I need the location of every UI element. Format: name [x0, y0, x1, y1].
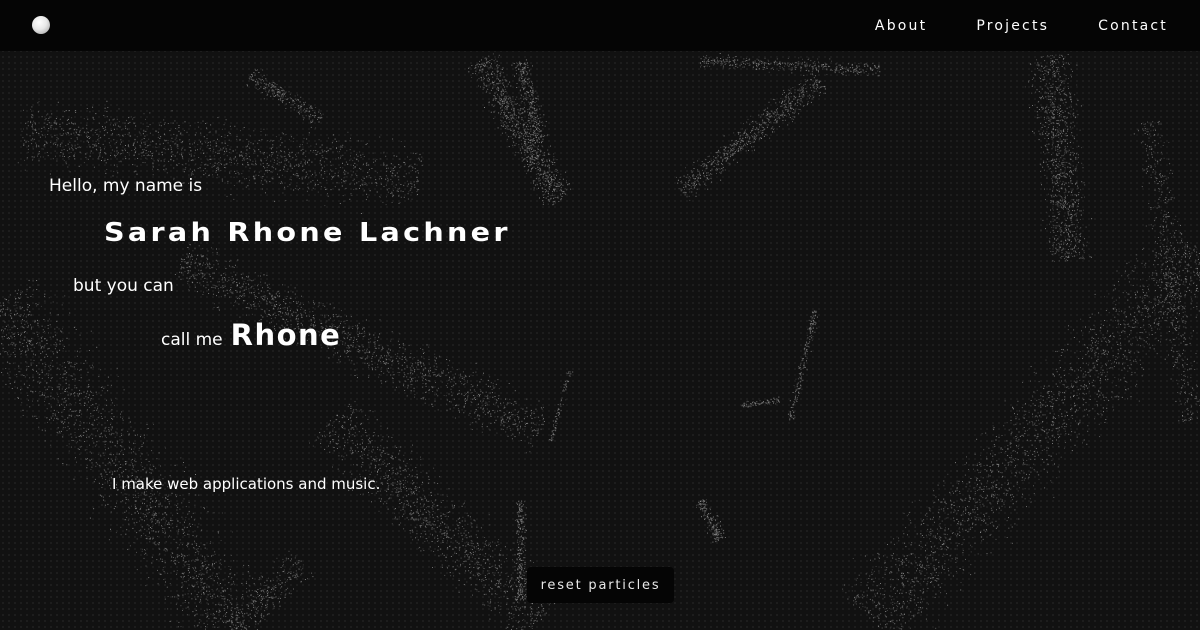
- particle-field[interactable]: [0, 0, 1200, 630]
- nickname-heading: Rhone: [230, 318, 342, 352]
- but-you-can-text: but you can: [73, 276, 174, 296]
- tagline-text: I make web applications and music.: [112, 475, 381, 493]
- navbar: About Projects Contact: [0, 0, 1200, 51]
- nav-link-contact[interactable]: Contact: [1098, 18, 1168, 34]
- logo-icon[interactable]: [32, 16, 50, 34]
- intro-text: Hello, my name is: [49, 176, 203, 196]
- nav-link-projects[interactable]: Projects: [976, 18, 1049, 34]
- call-me-text: call me: [161, 330, 223, 350]
- nav-links: About Projects Contact: [826, 0, 1168, 51]
- particle-page: About Projects Contact Hello, my name is…: [0, 0, 1200, 630]
- call-me-line: call me Rhone: [161, 318, 341, 352]
- reset-particles-button[interactable]: reset particles: [527, 567, 674, 603]
- full-name-heading: Sarah Rhone Lachner: [104, 218, 511, 248]
- nav-link-about[interactable]: About: [875, 18, 927, 34]
